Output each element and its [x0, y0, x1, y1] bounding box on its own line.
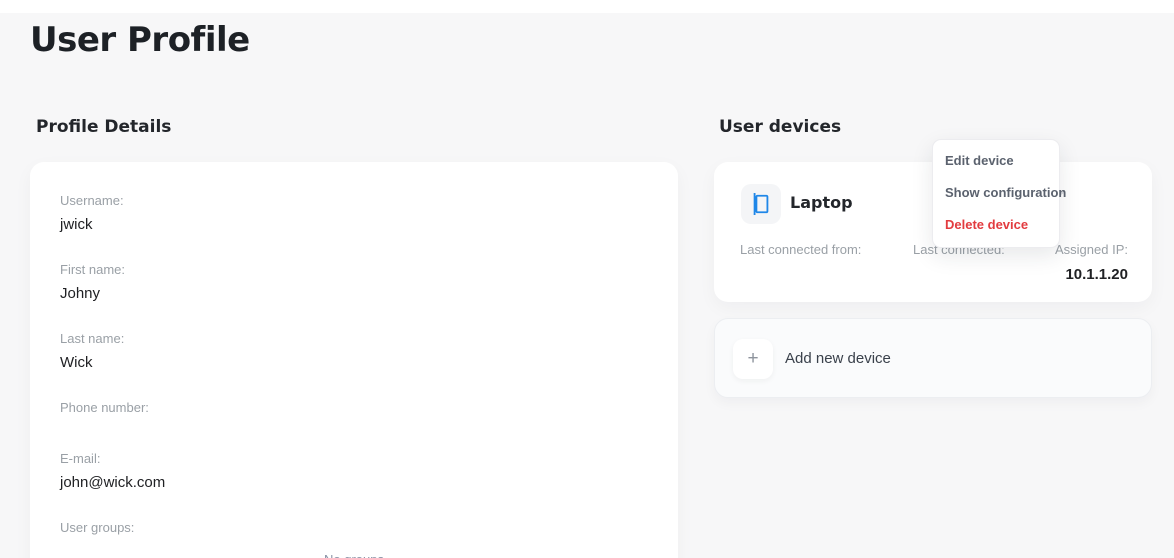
- add-new-device-button[interactable]: + Add new device: [714, 318, 1152, 398]
- user-groups-empty-text: No groups: [30, 552, 678, 558]
- page-title: User Profile: [30, 20, 250, 60]
- first-name-value: Johny: [60, 285, 125, 302]
- user-groups-label: User groups:: [60, 520, 134, 535]
- last-name-value: Wick: [60, 354, 124, 371]
- field-last-name: Last name: Wick: [60, 331, 124, 371]
- email-label: E-mail:: [60, 451, 165, 466]
- field-phone: Phone number:: [60, 400, 149, 423]
- assigned-ip-label: Assigned IP:: [1055, 242, 1128, 257]
- field-user-groups: User groups:: [60, 520, 134, 535]
- top-white-strip: [0, 0, 1174, 13]
- phone-label: Phone number:: [60, 400, 149, 415]
- field-username: Username: jwick: [60, 193, 124, 233]
- last-connected-from-label: Last connected from:: [740, 242, 861, 257]
- menu-item-delete-device[interactable]: Delete device: [945, 217, 1059, 232]
- field-first-name: First name: Johny: [60, 262, 125, 302]
- laptop-icon: [750, 193, 772, 215]
- assigned-ip-value: 10.1.1.20: [1055, 266, 1128, 283]
- device-name: Laptop: [790, 193, 853, 212]
- menu-item-edit-device[interactable]: Edit device: [945, 153, 1059, 168]
- device-icon-box: [741, 184, 781, 224]
- assigned-ip-column: Assigned IP: 10.1.1.20: [1055, 242, 1128, 283]
- device-context-menu: Edit device Show configuration Delete de…: [932, 139, 1060, 248]
- add-new-device-label: Add new device: [785, 350, 891, 367]
- username-value: jwick: [60, 216, 124, 233]
- last-name-label: Last name:: [60, 331, 124, 346]
- username-label: Username:: [60, 193, 124, 208]
- field-email: E-mail: john@wick.com: [60, 451, 165, 491]
- first-name-label: First name:: [60, 262, 125, 277]
- email-value: john@wick.com: [60, 474, 165, 491]
- plus-icon: +: [733, 339, 773, 379]
- menu-item-show-configuration[interactable]: Show configuration: [945, 185, 1059, 200]
- user-devices-heading: User devices: [719, 117, 841, 137]
- profile-details-card: Username: jwick First name: Johny Last n…: [30, 162, 678, 558]
- profile-details-heading: Profile Details: [36, 117, 171, 137]
